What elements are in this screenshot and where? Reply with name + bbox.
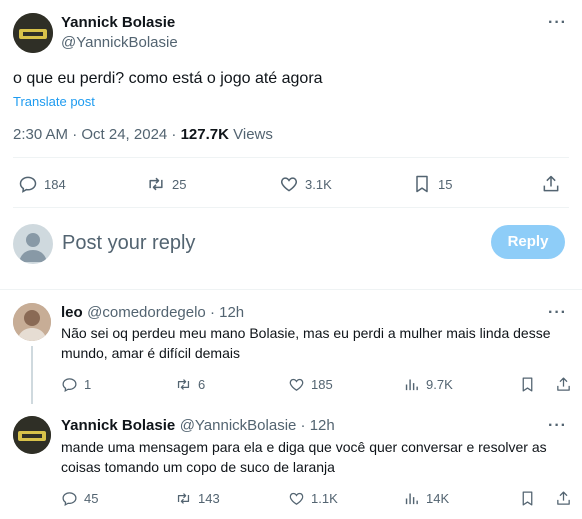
share-action[interactable]: [555, 376, 572, 393]
reply-count: 45: [84, 491, 99, 506]
views-action[interactable]: 14K: [403, 490, 449, 507]
reply-count: 1: [84, 377, 92, 392]
default-avatar-icon: [19, 233, 47, 262]
repost-icon: [177, 379, 190, 390]
reply-author-avatar[interactable]: [13, 303, 51, 341]
share-icon: [557, 377, 570, 391]
heart-icon: [289, 492, 304, 505]
reply-text: mande uma mensagem para ela e diga que v…: [61, 439, 547, 475]
bookmark-action[interactable]: 15: [412, 174, 452, 194]
repost-count: 143: [198, 491, 220, 506]
reply-author-handle[interactable]: @YannickBolasie · 12h: [180, 417, 335, 434]
reply-text: Não sei oq perdeu meu mano Bolasie, mas …: [61, 325, 551, 361]
bookmark-count: 15: [438, 176, 453, 192]
repost-count: 25: [172, 176, 187, 192]
reply-count: 184: [44, 176, 66, 192]
views-count: 9.7K: [426, 377, 453, 392]
analytics-icon: [405, 493, 418, 505]
reply-author-name[interactable]: Yannick Bolasie: [61, 417, 175, 434]
tweet-timestamp[interactable]: 2:30 AM · Oct 24, 2024 ·: [13, 126, 181, 143]
like-count: 1.1K: [311, 491, 338, 506]
like-action[interactable]: 1.1K: [288, 490, 338, 507]
author-name[interactable]: Yannick Bolasie: [61, 14, 175, 31]
tweet-text: o que eu perdi? como está o jogo até ago…: [13, 70, 323, 87]
current-user-avatar: [13, 224, 53, 264]
repost-action[interactable]: 25: [146, 174, 186, 194]
bookmark-icon: [522, 377, 533, 392]
more-options-icon[interactable]: ···: [548, 14, 567, 32]
like-action[interactable]: 3.1K: [279, 174, 332, 194]
reply-header: leo @comedordegelo · 12h: [61, 304, 244, 322]
reply-header: Yannick Bolasie @YannickBolasie · 12h: [61, 417, 335, 435]
views-count: 127.7K: [180, 126, 229, 143]
avatar-image: [13, 13, 53, 53]
divider: [0, 289, 582, 290]
avatar-image: [13, 303, 51, 341]
views-count: 14K: [426, 491, 450, 506]
divider: [13, 157, 569, 158]
repost-icon: [149, 177, 163, 191]
heart-icon: [280, 177, 298, 192]
reply-icon: [62, 492, 77, 507]
bookmark-icon: [522, 491, 533, 506]
reply-author-handle[interactable]: @comedordegelo · 12h: [87, 304, 244, 321]
more-options-icon[interactable]: ···: [548, 417, 567, 435]
reply-action[interactable]: 184: [18, 174, 66, 194]
bookmark-action[interactable]: [519, 376, 536, 393]
more-options-icon[interactable]: ···: [548, 304, 567, 322]
share-icon: [557, 491, 570, 505]
author-avatar[interactable]: [13, 13, 53, 53]
reply-input[interactable]: Post your reply: [62, 232, 195, 255]
reply-author-avatar[interactable]: [13, 416, 51, 454]
reply-action[interactable]: 1: [61, 376, 91, 393]
translate-link[interactable]: Translate post: [13, 94, 95, 109]
bookmark-icon: [416, 175, 428, 193]
repost-count: 6: [198, 377, 206, 392]
heart-icon: [289, 378, 304, 391]
reply-icon: [19, 176, 37, 193]
reply-author-name[interactable]: leo: [61, 304, 83, 321]
like-count: 3.1K: [305, 176, 332, 192]
like-count: 185: [311, 377, 333, 392]
analytics-icon: [405, 379, 418, 391]
views-action[interactable]: 9.7K: [403, 376, 453, 393]
reply-action[interactable]: 45: [61, 490, 98, 507]
repost-action[interactable]: 6: [175, 376, 205, 393]
thread-line: [31, 346, 33, 404]
share-action[interactable]: [555, 490, 572, 507]
views-label: Views: [228, 126, 273, 143]
share-action[interactable]: [541, 174, 561, 194]
author-handle[interactable]: @YannickBolasie: [61, 34, 178, 51]
repost-action[interactable]: 143: [175, 490, 220, 507]
repost-icon: [177, 493, 190, 504]
reply-button[interactable]: Reply: [491, 225, 565, 259]
avatar-image: [13, 416, 51, 454]
bookmark-action[interactable]: [519, 490, 536, 507]
divider: [13, 207, 569, 208]
tweet-meta: 2:30 AM · Oct 24, 2024 · 127.7K Views: [13, 126, 273, 143]
reply-icon: [62, 378, 77, 393]
share-icon: [543, 175, 559, 192]
like-action[interactable]: 185: [288, 376, 333, 393]
